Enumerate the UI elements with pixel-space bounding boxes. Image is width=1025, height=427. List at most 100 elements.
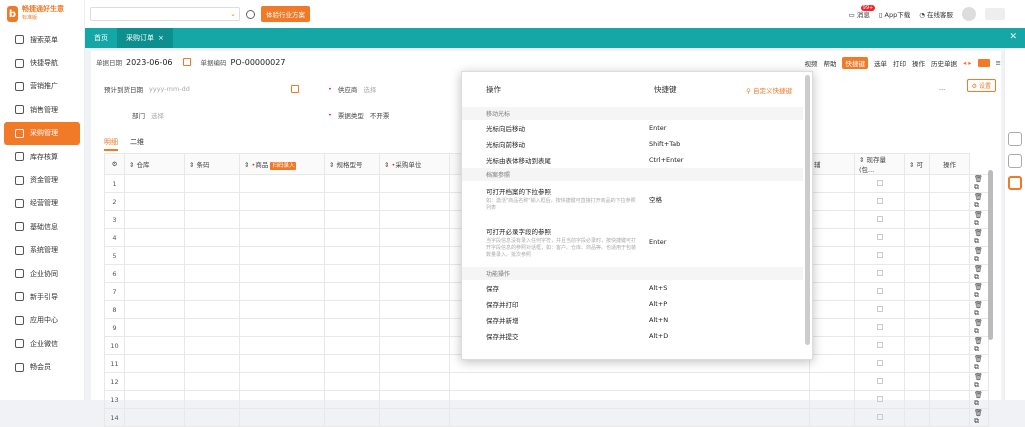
sidebar-item[interactable]: 搜索菜单: [0, 28, 84, 51]
table-cell[interactable]: [854, 408, 905, 427]
table-cell[interactable]: [379, 192, 450, 211]
checkbox[interactable]: [876, 287, 883, 294]
table-cell[interactable]: [854, 210, 905, 229]
table-cell[interactable]: [124, 300, 185, 319]
table-cell[interactable]: [809, 246, 855, 265]
checkbox[interactable]: [876, 323, 883, 330]
checkbox[interactable]: [876, 413, 883, 420]
tab-2d[interactable]: 二维: [130, 137, 144, 151]
table-cell[interactable]: [929, 354, 970, 373]
table-cell[interactable]: [239, 300, 325, 319]
table-cell[interactable]: [904, 246, 930, 265]
copy-icon[interactable]: ⧉: [974, 309, 979, 317]
shortcut-button[interactable]: 快捷键: [842, 57, 868, 69]
table-cell[interactable]: [324, 354, 380, 373]
copy-icon[interactable]: ⧉: [974, 363, 979, 371]
table-cell[interactable]: [379, 228, 450, 247]
table-cell[interactable]: [809, 372, 855, 391]
table-cell[interactable]: [324, 246, 380, 265]
notes-icon[interactable]: [1008, 132, 1022, 146]
table-cell[interactable]: [904, 210, 930, 229]
checkbox[interactable]: [876, 341, 883, 348]
table-cell[interactable]: [379, 372, 450, 391]
sidebar-item[interactable]: 经营管理: [0, 192, 84, 215]
table-cell[interactable]: [324, 282, 380, 301]
delete-icon[interactable]: 🗑: [974, 265, 983, 273]
sidebar-item[interactable]: 采购管理: [4, 121, 80, 145]
table-cell[interactable]: [379, 318, 450, 337]
delete-icon[interactable]: 🗑: [974, 337, 983, 345]
app-download-button[interactable]: ▯ App下载: [879, 9, 910, 19]
copy-icon[interactable]: ⧉: [974, 183, 979, 191]
table-cell[interactable]: [124, 354, 185, 373]
delete-icon[interactable]: 🗑: [974, 283, 983, 291]
avatar[interactable]: [962, 7, 976, 21]
table-cell[interactable]: [854, 228, 905, 247]
delete-icon[interactable]: 🗑: [974, 247, 983, 255]
doc-date-value[interactable]: 2023-06-06: [126, 58, 173, 67]
table-cell[interactable]: [929, 210, 970, 229]
table-cell[interactable]: [904, 408, 930, 427]
col-spec[interactable]: ⇕ 规格型号: [324, 153, 380, 175]
table-cell[interactable]: [124, 282, 185, 301]
col-purchase-unit[interactable]: ⇕ •采购单位: [379, 153, 450, 175]
delete-icon[interactable]: 🗑: [974, 301, 983, 309]
close-icon[interactable]: ×: [158, 34, 164, 42]
table-cell[interactable]: [184, 282, 240, 301]
delete-icon[interactable]: 🗑: [974, 409, 983, 417]
sidebar-item[interactable]: 企业协同: [0, 262, 84, 285]
table-cell[interactable]: [929, 300, 970, 319]
table-cell[interactable]: [239, 174, 325, 193]
checkbox[interactable]: [876, 233, 883, 240]
sidebar-item[interactable]: 基础信息: [0, 215, 84, 238]
table-cell[interactable]: [904, 354, 930, 373]
invoice-type-field[interactable]: • 票据类型 不开票: [328, 110, 389, 120]
col-stock[interactable]: ⇕ 现存量 (包...: [854, 153, 905, 175]
messages-button[interactable]: ▭ 消息 99+: [849, 5, 876, 19]
table-cell[interactable]: [904, 192, 930, 211]
help-button[interactable]: 帮助: [823, 58, 836, 68]
table-cell[interactable]: [854, 372, 905, 391]
table-cell[interactable]: [929, 318, 970, 337]
table-cell[interactable]: [929, 246, 970, 265]
checkbox[interactable]: [876, 359, 883, 366]
delete-icon[interactable]: 🗑: [974, 229, 983, 237]
sidebar-item[interactable]: 应用中心: [0, 309, 84, 332]
delete-icon[interactable]: 🗑: [974, 211, 983, 219]
table-cell[interactable]: [904, 372, 930, 391]
more-button[interactable]: ...: [939, 84, 945, 92]
sidebar-item[interactable]: 畅会员: [0, 355, 84, 378]
table-cell[interactable]: [809, 336, 855, 355]
checkbox[interactable]: [876, 377, 883, 384]
table-cell[interactable]: [324, 318, 380, 337]
col-barcode[interactable]: ⇕ 条码: [184, 153, 240, 175]
table-cell[interactable]: [184, 354, 240, 373]
dept-field[interactable]: 部门 选择: [132, 110, 164, 120]
table-cell[interactable]: [324, 300, 380, 319]
col-aux[interactable]: 辅: [809, 153, 855, 175]
table-cell[interactable]: [239, 372, 325, 391]
table-cell[interactable]: [379, 354, 450, 373]
copy-icon[interactable]: ⧉: [974, 219, 979, 227]
dept-input[interactable]: 选择: [151, 110, 164, 120]
table-cell[interactable]: [239, 210, 325, 229]
table-cell[interactable]: [324, 264, 380, 283]
delete-icon[interactable]: 🗑: [974, 193, 983, 201]
sidebar-item[interactable]: 快捷导航: [0, 51, 84, 74]
col-product[interactable]: ⇕ •商品 扫码录入: [239, 153, 325, 175]
table-cell[interactable]: [184, 210, 240, 229]
popup-scrollbar[interactable]: [805, 75, 810, 345]
supplier-input[interactable]: 选择: [363, 84, 376, 94]
table-cell[interactable]: [184, 336, 240, 355]
table-cell[interactable]: [854, 282, 905, 301]
sidebar-item[interactable]: 销售管理: [0, 98, 84, 121]
table-cell[interactable]: [239, 354, 325, 373]
doc-no-value[interactable]: PO-00000027: [231, 58, 286, 67]
table-cell[interactable]: [809, 210, 855, 229]
table-cell[interactable]: [324, 408, 380, 427]
checkbox[interactable]: [876, 395, 883, 402]
gear-icon[interactable]: [246, 9, 255, 19]
checkbox[interactable]: [876, 251, 883, 258]
table-cell[interactable]: [124, 372, 185, 391]
table-cell[interactable]: [324, 336, 380, 355]
